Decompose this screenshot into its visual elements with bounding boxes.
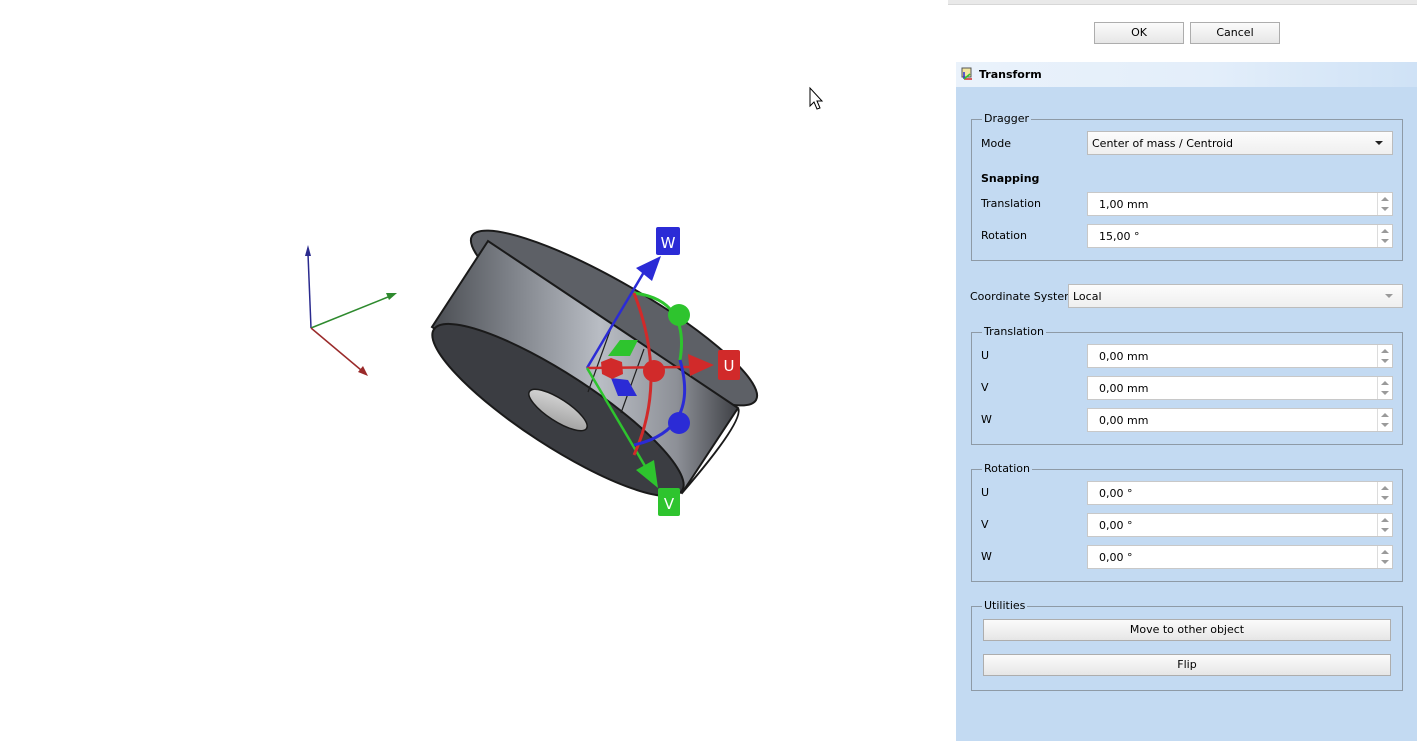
spin-down-icon[interactable] [1381, 207, 1389, 211]
rotation-v-label: V [981, 518, 989, 531]
3d-viewport[interactable]: W U V [0, 0, 948, 741]
panel-top-strip [948, 0, 1417, 5]
spin-down-icon[interactable] [1381, 423, 1389, 427]
spin-up-icon[interactable] [1381, 413, 1389, 417]
snap-rotation-input[interactable]: 15,00 ° [1087, 224, 1393, 248]
cancel-button[interactable]: Cancel [1190, 22, 1280, 44]
rotation-u-label: U [981, 486, 990, 499]
taskbox-title: Transform [979, 68, 1042, 81]
translation-u-value: 0,00 mm [1099, 350, 1149, 363]
translation-group: Translation U 0,00 mm V 0,00 mm W 0,00 m… [971, 325, 1403, 445]
rotation-w-label: W [981, 550, 992, 563]
taskbox-header[interactable]: Transform [956, 62, 1417, 87]
translation-w-input[interactable]: 0,00 mm [1087, 408, 1393, 432]
chevron-down-icon [1385, 294, 1393, 298]
utilities-group: Utilities Move to other object Flip [971, 599, 1403, 691]
triad-x-axis [310, 327, 362, 371]
spin-up-icon[interactable] [1381, 349, 1389, 353]
spin-arrows[interactable] [1377, 409, 1392, 431]
mode-select-value: Center of mass / Centroid [1092, 137, 1234, 150]
mode-label: Mode [981, 137, 1011, 150]
rotation-v-value: 0,00 ° [1099, 519, 1133, 532]
translation-u-input[interactable]: 0,00 mm [1087, 344, 1393, 368]
snap-translation-label: Translation [981, 197, 1041, 210]
gizmo-rotation-handle-v [668, 304, 690, 326]
rotation-group-title: Rotation [982, 462, 1033, 475]
spin-up-icon[interactable] [1381, 518, 1389, 522]
spin-arrows[interactable] [1377, 377, 1392, 399]
triad-z-arrow [305, 245, 311, 256]
translation-v-label: V [981, 381, 989, 394]
snapping-label: Snapping [981, 172, 1040, 185]
coordinate-system-label: Coordinate System [970, 290, 1075, 303]
spin-up-icon[interactable] [1381, 550, 1389, 554]
transform-taskbox: Transform Dragger Mode Center of mass / … [956, 62, 1417, 741]
translation-w-label: W [981, 413, 992, 426]
spin-arrows[interactable] [1377, 546, 1392, 568]
translation-v-value: 0,00 mm [1099, 382, 1149, 395]
spin-arrows[interactable] [1377, 514, 1392, 536]
rotation-u-value: 0,00 ° [1099, 487, 1133, 500]
axis-triad [305, 245, 397, 376]
coordinate-system-select[interactable]: Local [1068, 284, 1403, 308]
gizmo-w-label: W [661, 234, 676, 252]
translation-v-input[interactable]: 0,00 mm [1087, 376, 1393, 400]
rotation-v-input[interactable]: 0,00 ° [1087, 513, 1393, 537]
snap-rotation-label: Rotation [981, 229, 1028, 242]
rotation-u-input[interactable]: 0,00 ° [1087, 481, 1393, 505]
spin-down-icon[interactable] [1381, 528, 1389, 532]
spin-up-icon[interactable] [1381, 197, 1389, 201]
spin-down-icon[interactable] [1381, 496, 1389, 500]
gizmo-rotation-handle-w [668, 412, 690, 434]
mode-select[interactable]: Center of mass / Centroid [1087, 131, 1393, 155]
spin-up-icon[interactable] [1381, 229, 1389, 233]
spin-up-icon[interactable] [1381, 381, 1389, 385]
viewport-canvas[interactable]: W U V [0, 0, 948, 741]
triad-x-arrow [358, 366, 368, 376]
rotation-group: Rotation U 0,00 ° V 0,00 ° W 0,00 ° [971, 462, 1403, 582]
dragger-group-title: Dragger [982, 112, 1031, 125]
gizmo-u-label: U [724, 357, 735, 375]
transform-icon [961, 67, 972, 80]
spin-arrows[interactable] [1377, 482, 1392, 504]
flip-button[interactable]: Flip [983, 654, 1391, 676]
gizmo-rotation-handle-u [643, 360, 665, 382]
rotation-w-input[interactable]: 0,00 ° [1087, 545, 1393, 569]
spin-arrows[interactable] [1377, 193, 1392, 215]
snap-translation-value: 1,00 mm [1099, 198, 1149, 211]
spin-down-icon[interactable] [1381, 391, 1389, 395]
translation-group-title: Translation [982, 325, 1046, 338]
task-panel: OK Cancel Transform Dragger Mode Center … [948, 0, 1417, 741]
chevron-down-icon [1375, 141, 1383, 145]
move-to-other-object-button[interactable]: Move to other object [983, 619, 1391, 641]
spin-arrows[interactable] [1377, 345, 1392, 367]
spin-down-icon[interactable] [1381, 560, 1389, 564]
spin-down-icon[interactable] [1381, 239, 1389, 243]
spin-up-icon[interactable] [1381, 486, 1389, 490]
gizmo-v-label: V [664, 495, 675, 513]
triad-z-axis [307, 253, 312, 329]
triad-y-axis [310, 296, 389, 329]
triad-y-arrow [386, 293, 397, 300]
spin-arrows[interactable] [1377, 225, 1392, 247]
coordinate-system-value: Local [1073, 290, 1102, 303]
snap-translation-input[interactable]: 1,00 mm [1087, 192, 1393, 216]
translation-w-value: 0,00 mm [1099, 414, 1149, 427]
ok-button[interactable]: OK [1094, 22, 1184, 44]
mouse-cursor-icon [809, 86, 824, 110]
rotation-w-value: 0,00 ° [1099, 551, 1133, 564]
dragger-group: Dragger Mode Center of mass / Centroid S… [971, 112, 1403, 261]
translation-u-label: U [981, 349, 990, 362]
snap-rotation-value: 15,00 ° [1099, 230, 1140, 243]
utilities-group-title: Utilities [982, 599, 1028, 612]
spin-down-icon[interactable] [1381, 359, 1389, 363]
